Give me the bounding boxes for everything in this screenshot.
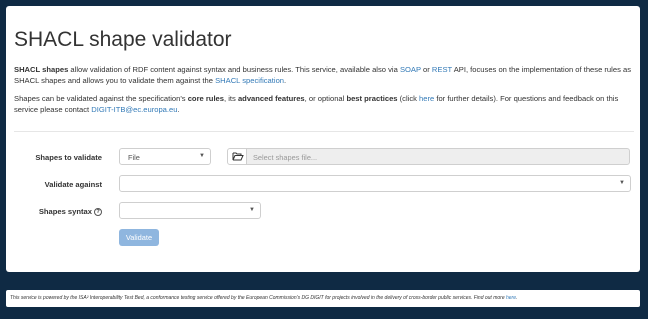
chevron-down-icon: ▼ bbox=[199, 153, 205, 159]
validate-button[interactable]: Validate bbox=[119, 229, 159, 246]
intro-text: SHACL shapes allow validation of RDF con… bbox=[14, 64, 634, 122]
core-rules-text: core rules bbox=[187, 94, 225, 103]
validate-against-label: Validate against bbox=[44, 180, 102, 189]
page-title: SHACL shape validator bbox=[14, 28, 232, 51]
validate-against-select[interactable]: ▼ bbox=[119, 175, 631, 192]
intro-paragraph-2: Shapes can be validated against the spec… bbox=[14, 93, 634, 115]
open-file-button[interactable] bbox=[227, 148, 247, 165]
chevron-down-icon: ▼ bbox=[619, 180, 625, 186]
rest-link[interactable]: REST bbox=[432, 65, 452, 74]
soap-link[interactable]: SOAP bbox=[400, 65, 421, 74]
best-practices-text: best practices bbox=[346, 94, 398, 103]
shapes-to-validate-label: Shapes to validate bbox=[35, 153, 102, 162]
footer-here-link[interactable]: here bbox=[506, 295, 516, 301]
intro-text-span: . bbox=[284, 76, 287, 85]
intro-paragraph-1: SHACL shapes allow validation of RDF con… bbox=[14, 64, 634, 86]
intro-text-span: Shapes can be validated against the spec… bbox=[14, 94, 188, 103]
intro-text-span: (click bbox=[397, 94, 420, 103]
shapes-syntax-label-row: Shapes syntax? bbox=[12, 207, 102, 216]
shapes-source-select[interactable]: File ▼ bbox=[119, 148, 211, 165]
shapes-syntax-label: Shapes syntax bbox=[38, 207, 92, 216]
main-panel: SHACL shape validator SHACL shapes allow… bbox=[6, 6, 640, 272]
advanced-features-text: advanced features bbox=[237, 94, 305, 103]
intro-text-span: . bbox=[177, 105, 180, 114]
intro-text-span: , its bbox=[224, 94, 238, 103]
footer-end: . bbox=[516, 295, 518, 301]
folder-open-icon bbox=[232, 152, 244, 161]
shapes-syntax-select[interactable]: ▼ bbox=[119, 202, 261, 219]
intro-text-span: allow validation of RDF content against … bbox=[68, 65, 400, 74]
footer: This service is powered by the ISA² Inte… bbox=[6, 290, 640, 307]
shapes-file-placeholder: Select shapes file... bbox=[253, 153, 318, 162]
shacl-spec-link[interactable]: SHACL specification bbox=[215, 76, 284, 85]
intro-text-span: or bbox=[420, 65, 432, 74]
divider bbox=[14, 131, 634, 132]
shapes-source-value: File bbox=[128, 153, 140, 162]
contact-email-link[interactable]: DIGIT-ITB@ec.europa.eu bbox=[91, 105, 177, 114]
details-here-link[interactable]: here bbox=[419, 94, 434, 103]
page-frame: SHACL shape validator SHACL shapes allow… bbox=[0, 0, 648, 319]
help-icon[interactable]: ? bbox=[94, 208, 102, 216]
intro-shacl-shapes: SHACL shapes bbox=[14, 65, 69, 74]
intro-text-span: , or optional bbox=[304, 94, 347, 103]
footer-text: This service is powered by the ISA² Inte… bbox=[10, 295, 506, 301]
chevron-down-icon: ▼ bbox=[249, 207, 255, 213]
shapes-file-input[interactable]: Select shapes file... bbox=[246, 148, 630, 165]
